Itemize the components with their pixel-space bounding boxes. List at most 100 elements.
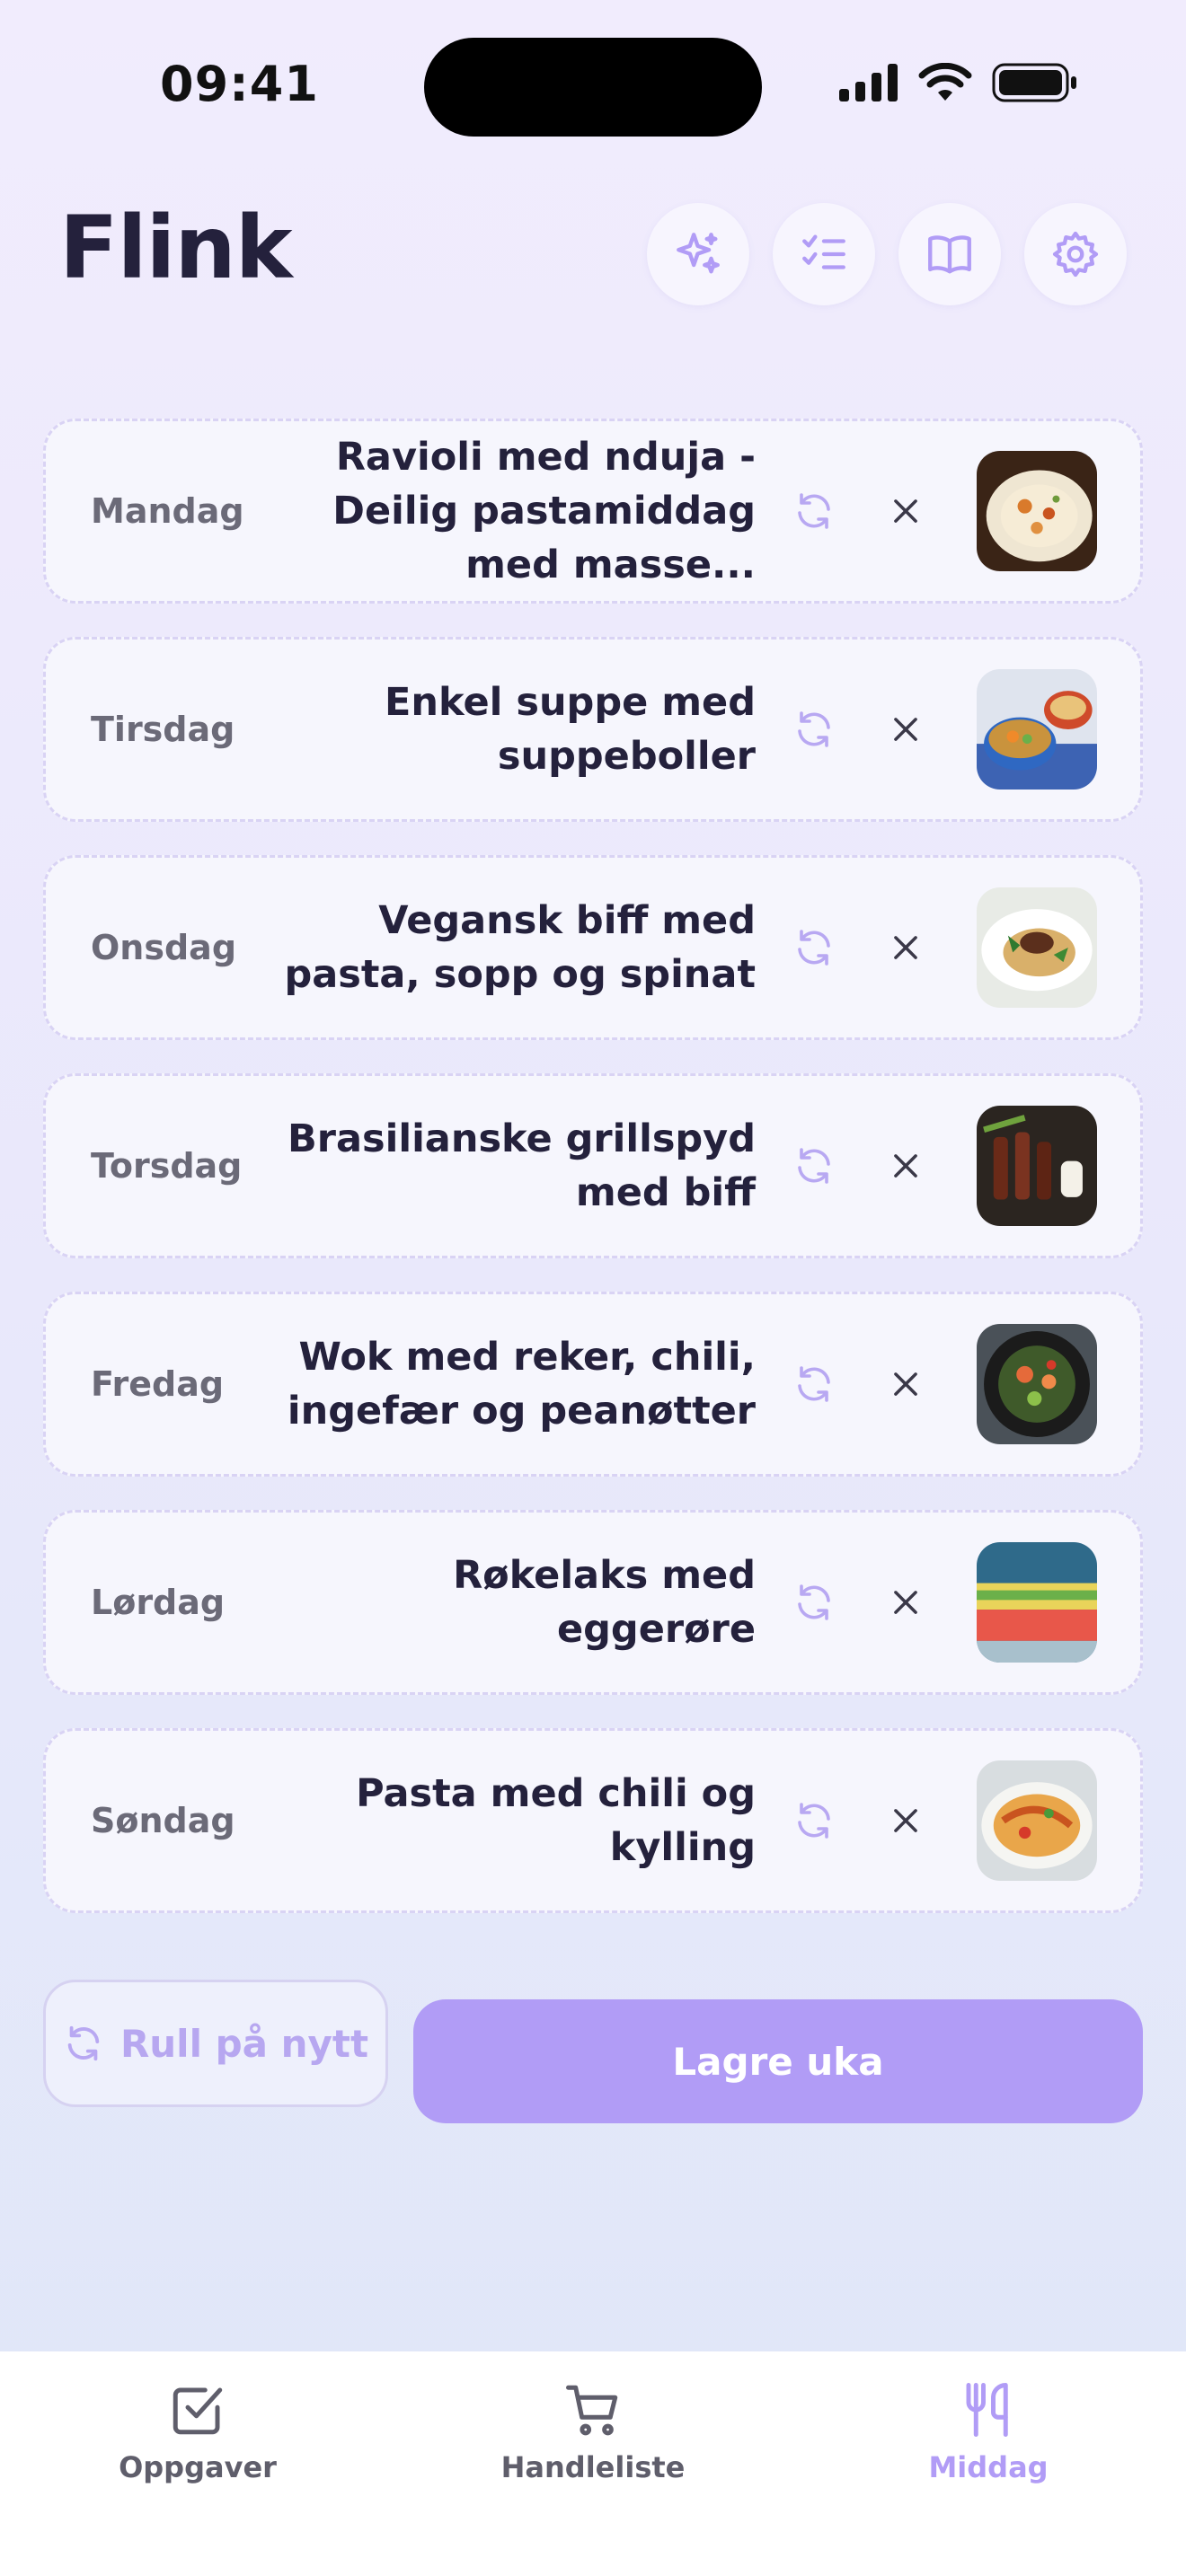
sparkles-icon	[677, 233, 720, 274]
remove-day-button[interactable]	[874, 1571, 937, 1634]
dish-photo-pasta[interactable]	[977, 1760, 1097, 1881]
checkbox-icon	[173, 2387, 223, 2435]
dish-photo-ravioli[interactable]	[977, 451, 1097, 571]
dish-name[interactable]: Enkel suppe med suppeboller	[261, 675, 783, 783]
reroll-day-button[interactable]	[783, 1789, 845, 1852]
battery-icon	[992, 63, 1076, 102]
dish-name[interactable]: Pasta med chili og kylling	[261, 1767, 783, 1875]
reroll-day-button[interactable]	[783, 480, 845, 543]
dish-photo-image	[977, 451, 1097, 571]
refresh-icon	[67, 2025, 100, 2061]
nav-dinner[interactable]: Middag	[872, 2380, 1105, 2484]
close-icon	[894, 499, 917, 523]
nav-label-tasks: Oppgaver	[119, 2450, 277, 2484]
dish-name[interactable]: Røkelaks med eggerøre	[261, 1548, 783, 1656]
nav-label-shopping-list: Handleliste	[500, 2450, 686, 2484]
close-icon	[894, 1809, 917, 1832]
dish-photo-image	[977, 1760, 1097, 1881]
day-name: Lørdag	[91, 1583, 226, 1622]
day-row-torsdag[interactable]: Torsdag Brasilianske grillspyd med biff	[43, 1073, 1143, 1258]
day-name: Tirsdag	[91, 710, 235, 749]
dish-photo-image	[977, 1324, 1097, 1444]
dish-text: Pasta med chili og kylling	[356, 1771, 756, 1870]
day-name: Fredag	[91, 1364, 225, 1404]
cart-icon	[566, 2385, 618, 2436]
week-plan: Mandag Ravioli med nduja - Deilig pastam…	[43, 419, 1143, 1946]
dish-text: Brasilianske grillspyd med biff	[288, 1116, 756, 1215]
dish-photo-image	[977, 1542, 1097, 1663]
app-title: Flink	[59, 198, 293, 298]
dish-name[interactable]: Brasilianske grillspyd med biff	[261, 1112, 783, 1220]
book-icon	[928, 235, 971, 274]
remove-day-button[interactable]	[874, 698, 937, 761]
wifi-icon	[918, 63, 972, 101]
remove-day-button[interactable]	[874, 916, 937, 979]
ai-suggest-button[interactable]	[647, 203, 749, 305]
refresh-icon	[798, 493, 830, 529]
day-row-fredag[interactable]: Fredag Wok med reker, chili, ingefær og …	[43, 1292, 1143, 1477]
day-row-mandag[interactable]: Mandag Ravioli med nduja - Deilig pastam…	[43, 419, 1143, 604]
settings-button[interactable]	[1024, 203, 1127, 305]
dish-photo-salmon[interactable]	[977, 1542, 1097, 1663]
status-icons	[839, 63, 1078, 102]
reroll-all-button[interactable]: Rull på nytt	[43, 1980, 388, 2107]
signal-icon	[839, 64, 898, 101]
refresh-icon	[798, 1366, 830, 1402]
day-name: Torsdag	[91, 1146, 243, 1186]
dish-name[interactable]: Wok med reker, chili, ingefær og peanøtt…	[261, 1330, 783, 1438]
dish-photo-image	[977, 1106, 1097, 1226]
close-icon	[894, 1154, 917, 1178]
dish-text: Vegansk biff med pasta, sopp og spinat	[284, 898, 756, 997]
reroll-day-button[interactable]	[783, 916, 845, 979]
status-time: 09:41	[160, 56, 319, 112]
nav-tasks[interactable]: Oppgaver	[81, 2380, 314, 2484]
remove-day-button[interactable]	[874, 480, 937, 543]
close-icon	[894, 718, 917, 741]
dish-photo-image	[977, 887, 1097, 1008]
close-icon	[894, 1591, 917, 1614]
dish-name[interactable]: Vegansk biff med pasta, sopp og spinat	[261, 894, 783, 1001]
header-actions	[647, 203, 1127, 305]
reroll-day-button[interactable]	[783, 1353, 845, 1416]
refresh-icon	[798, 930, 830, 966]
refresh-icon	[798, 1803, 830, 1839]
tasks-button[interactable]	[773, 203, 875, 305]
reroll-all-label: Rull på nytt	[119, 2021, 369, 2066]
reroll-day-button[interactable]	[783, 1134, 845, 1197]
nav-shopping-list[interactable]: Handleliste	[476, 2380, 710, 2484]
dish-text: Wok med reker, chili, ingefær og peanøtt…	[287, 1335, 756, 1434]
reroll-day-button[interactable]	[783, 698, 845, 761]
checklist-icon	[802, 234, 845, 269]
gear-icon	[1052, 231, 1099, 278]
dish-text: Røkelaks med eggerøre	[453, 1553, 756, 1652]
day-name: Søndag	[91, 1801, 235, 1840]
recipes-button[interactable]	[898, 203, 1001, 305]
dish-photo-vegan-steak[interactable]	[977, 887, 1097, 1008]
remove-day-button[interactable]	[874, 1789, 937, 1852]
dish-name[interactable]: Ravioli med nduja - Deilig pastamiddag m…	[261, 430, 783, 592]
close-icon	[894, 936, 917, 959]
day-row-lørdag[interactable]: Lørdag Røkelaks med eggerøre	[43, 1510, 1143, 1695]
dish-photo-soup[interactable]	[977, 669, 1097, 790]
save-week-label: Lagre uka	[672, 2039, 884, 2084]
refresh-icon	[798, 1148, 830, 1184]
day-row-søndag[interactable]: Søndag Pasta med chili og kylling	[43, 1728, 1143, 1913]
refresh-icon	[798, 1584, 830, 1620]
reroll-day-button[interactable]	[783, 1571, 845, 1634]
remove-day-button[interactable]	[874, 1353, 937, 1416]
dynamic-island	[424, 38, 762, 137]
fork-knife-icon	[966, 2383, 1008, 2437]
close-icon	[894, 1372, 917, 1396]
day-row-onsdag[interactable]: Onsdag Vegansk biff med pasta, sopp og s…	[43, 855, 1143, 1040]
save-week-button[interactable]: Lagre uka	[413, 1999, 1143, 2123]
refresh-icon	[798, 711, 830, 747]
remove-day-button[interactable]	[874, 1134, 937, 1197]
bottom-nav: Oppgaver Handleliste Middag	[0, 2351, 1186, 2576]
dish-text: Enkel suppe med suppeboller	[385, 680, 756, 779]
day-name: Mandag	[91, 491, 244, 531]
dish-photo-wok[interactable]	[977, 1324, 1097, 1444]
day-row-tirsdag[interactable]: Tirsdag Enkel suppe med suppeboller	[43, 637, 1143, 822]
nav-label-dinner: Middag	[928, 2450, 1049, 2484]
dish-photo-image	[977, 669, 1097, 790]
dish-photo-skewers[interactable]	[977, 1106, 1097, 1226]
